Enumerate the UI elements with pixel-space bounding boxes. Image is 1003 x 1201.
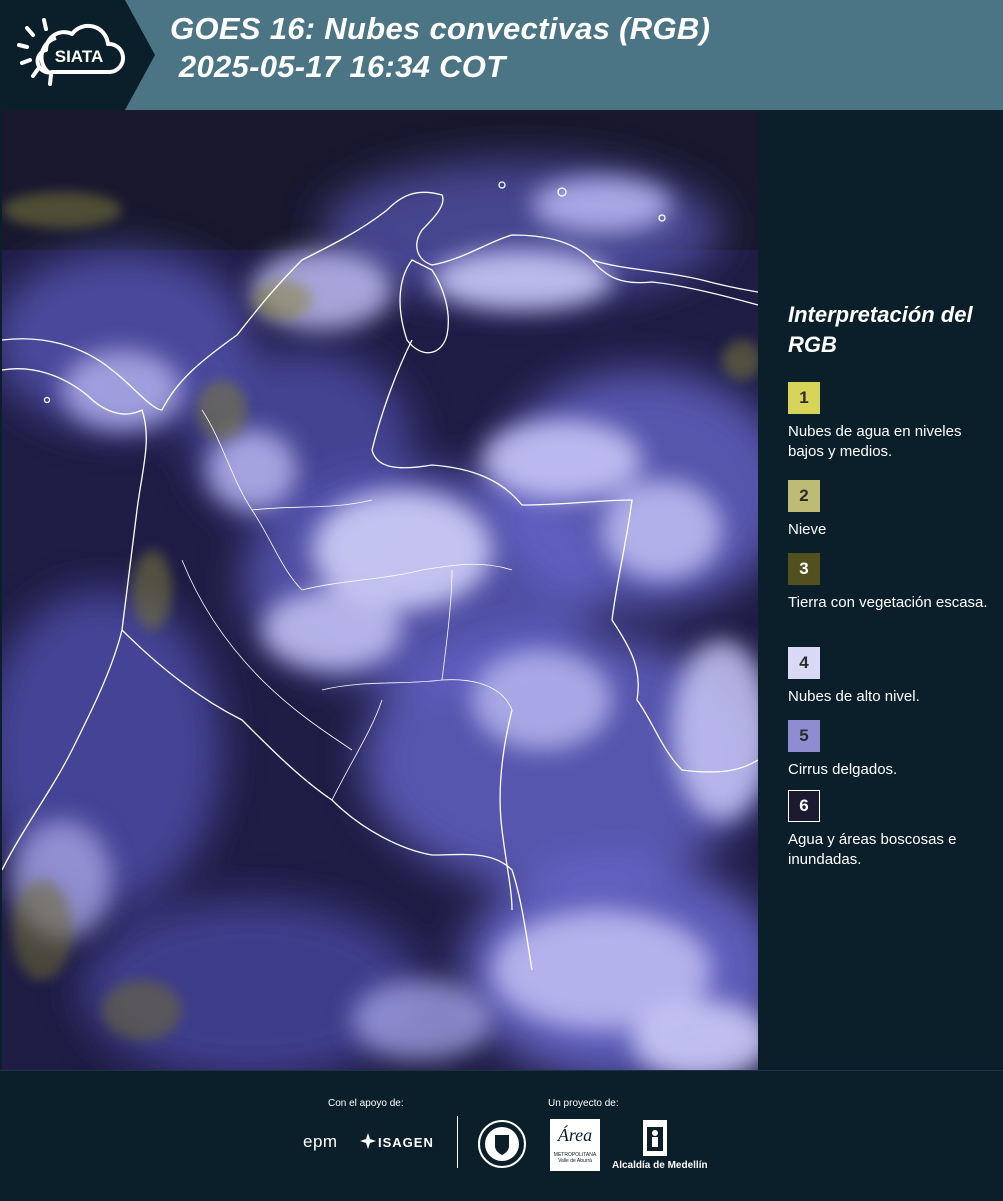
legend-label: Nubes de agua en niveles bajos y medios. [788,423,962,460]
alcaldia-label: Alcaldía de Medellín [612,1160,708,1171]
sun-cloud-logo-icon: SIATA [0,0,155,110]
legend-swatch: 3 [788,553,820,585]
legend-item-3: 3 Tierra con vegetación escasa. [788,553,998,613]
page-title: GOES 16: Nubes convectivas (RGB) 2025-05… [170,10,710,86]
legend-item-2: 2 Nieve [788,480,998,540]
support-label: Con el apoyo de: [328,1098,404,1109]
footer: Con el apoyo de: Un proyecto de: epm ISA… [0,1070,1003,1201]
legend-title: Interpretación del RGB [788,302,973,357]
title-line-2: 2025-05-17 16:34 COT [170,49,506,84]
legend-swatch: 5 [788,720,820,752]
legend-label: Cirrus delgados. [788,761,898,778]
area-metropolitana-logo: Área METROPOLITANA Valle de Aburrá [550,1119,600,1171]
epm-logo: epm [303,1132,338,1151]
header-bar: SIATA GOES 16: Nubes convectivas (RGB) 2… [0,0,1003,110]
alcaldia-building-icon [642,1119,668,1157]
legend-swatch: 2 [788,480,820,512]
legend-swatch: 1 [788,382,820,414]
footer-divider [457,1116,458,1168]
project-label: Un proyecto de: [548,1098,619,1109]
legend-item-4: 4 Nubes de alto nivel. [788,647,998,707]
legend-item-6: 6 Agua y áreas boscosas e inundadas. [788,790,998,870]
legend-label: Tierra con vegetación escasa. [788,594,988,611]
satellite-rgb-image [2,110,758,1070]
title-line-1: GOES 16: Nubes convectivas (RGB) [170,11,711,46]
siata-logo: SIATA [0,0,160,110]
isagen-star-icon [360,1133,376,1149]
area-logo-subtext2: Valle de Aburrá [558,1158,592,1164]
legend-label: Nubes de alto nivel. [788,688,920,705]
satellite-map[interactable] [2,110,758,1070]
isagen-logo: ISAGEN [378,1135,434,1150]
legend-label: Agua y áreas boscosas e inundadas. [788,831,957,868]
legend-panel: Interpretación del RGB 1 Nubes de agua en… [770,110,1003,1070]
area-logo-text: Área [557,1125,593,1145]
legend-label: Nieve [788,521,827,538]
svg-text:SIATA: SIATA [55,47,103,66]
legend-swatch: 4 [788,647,820,679]
medellin-seal-icon [477,1119,527,1169]
legend-item-1: 1 Nubes de agua en niveles bajos y medios… [788,382,998,462]
legend-item-5: 5 Cirrus delgados. [788,720,998,780]
legend-swatch: 6 [788,790,820,822]
